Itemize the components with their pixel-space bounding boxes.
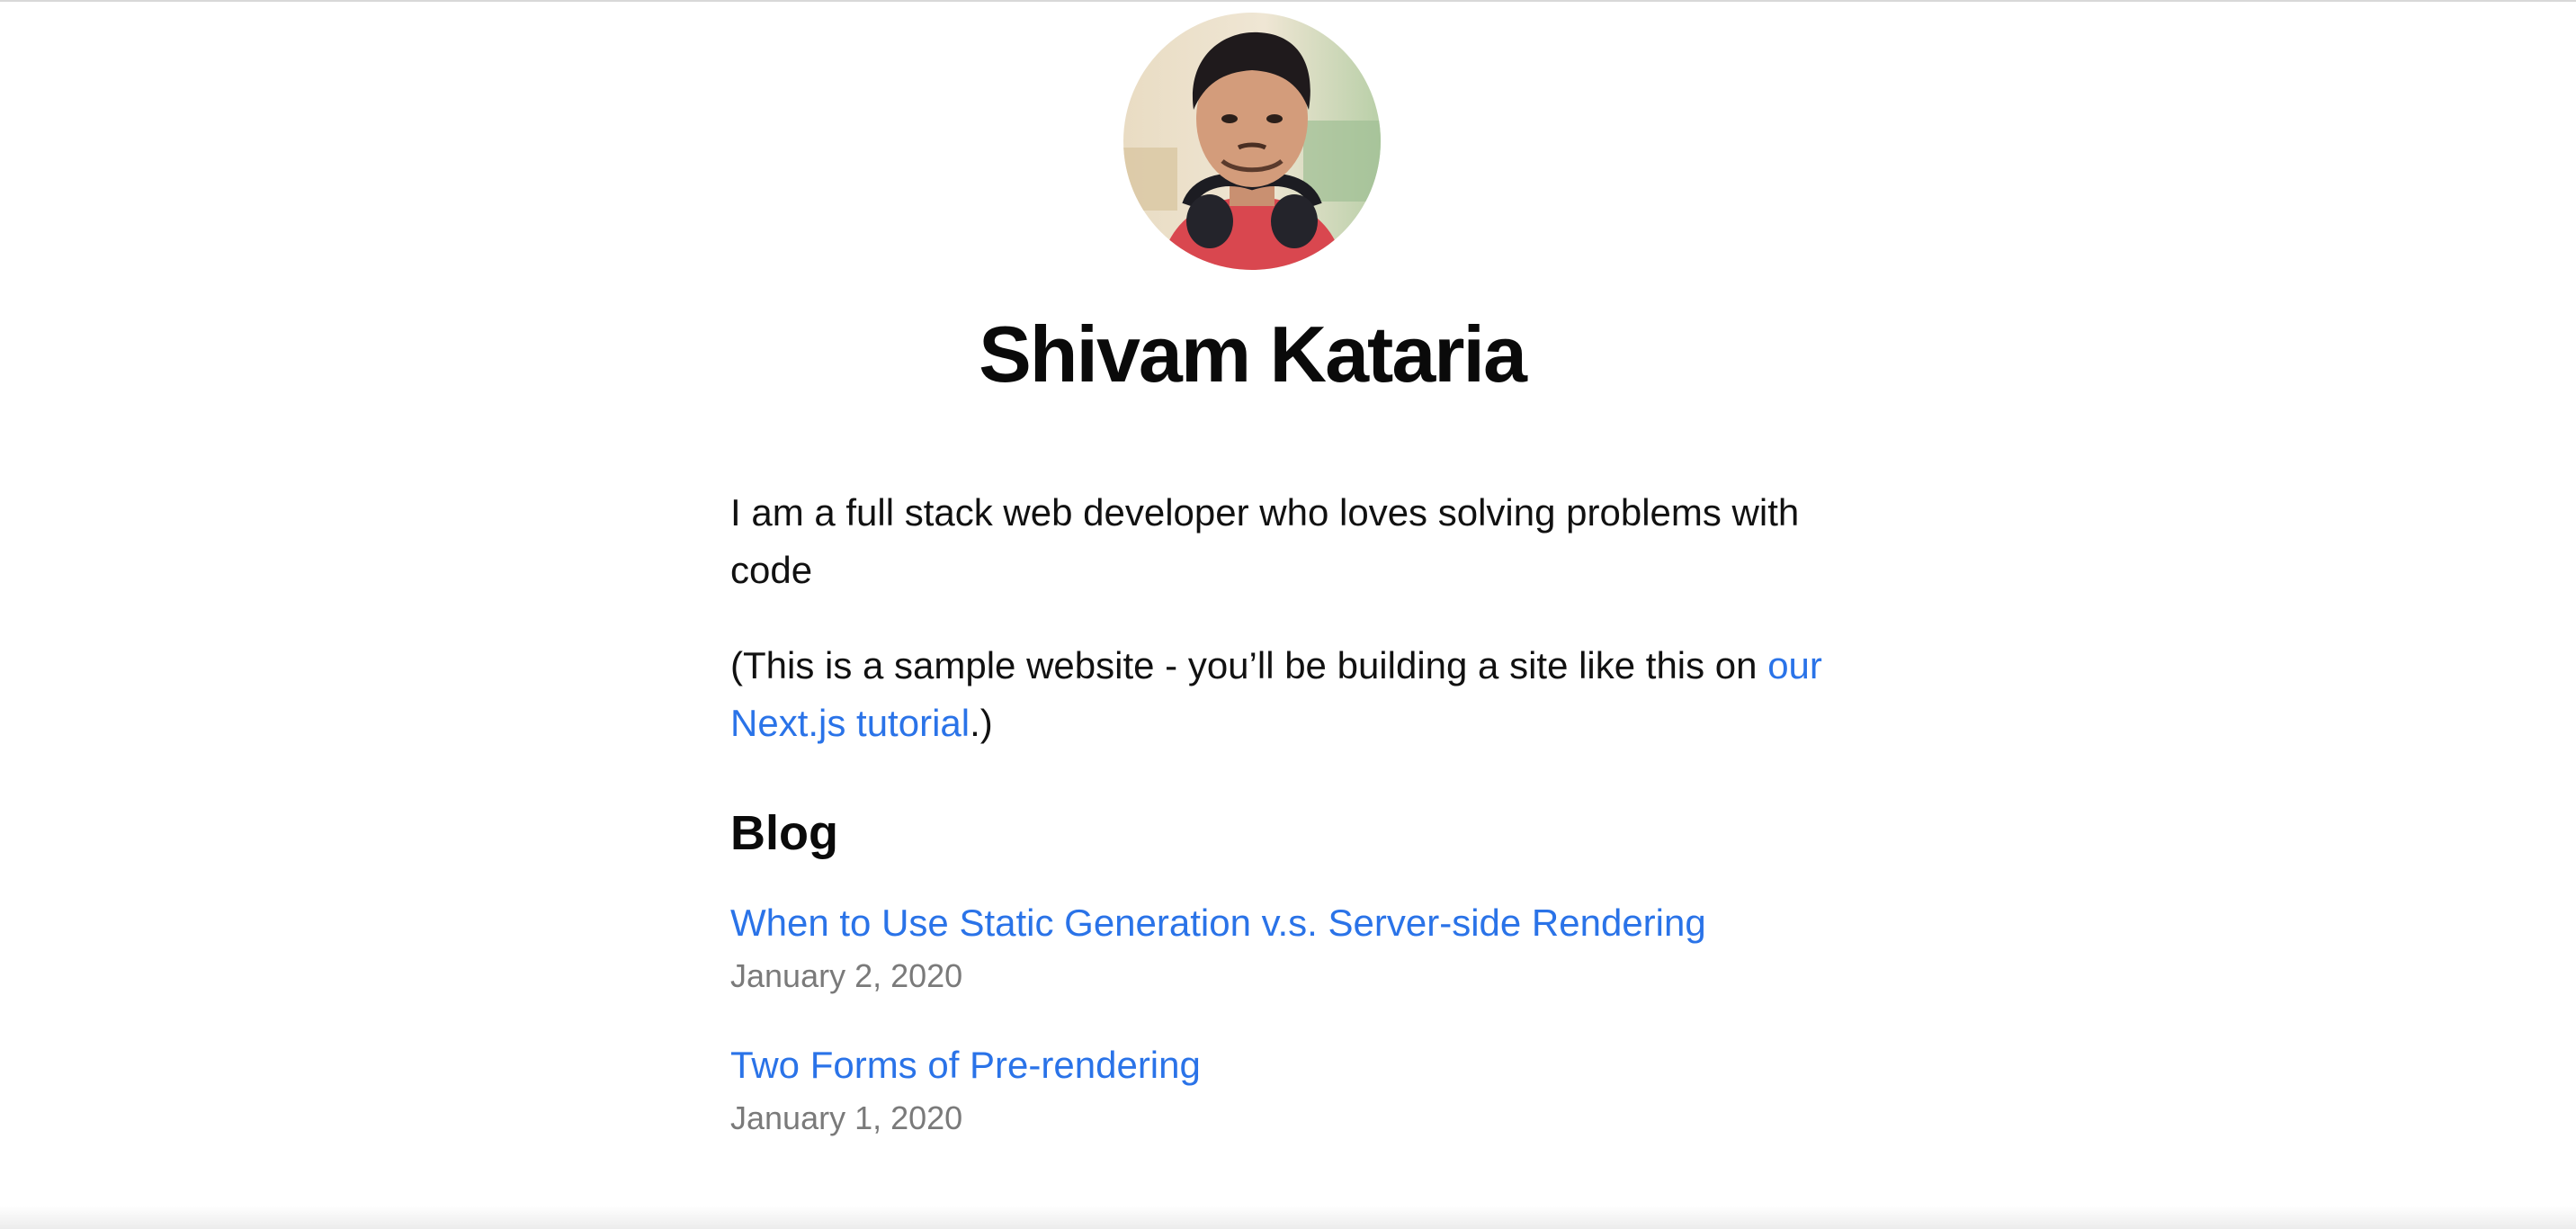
bottom-shadow: [0, 1206, 2576, 1229]
post-title-link[interactable]: When to Use Static Generation v.s. Serve…: [730, 898, 1828, 948]
intro-section: I am a full stack web developer who love…: [730, 484, 1828, 752]
blog-section: Blog When to Use Static Generation v.s. …: [730, 804, 1828, 1139]
bio-text: I am a full stack web developer who love…: [730, 491, 1800, 591]
blog-heading: Blog: [730, 806, 838, 860]
blog-post: Two Forms of Pre-rendering January 1, 20…: [730, 1040, 1828, 1139]
post-date: January 2, 2020: [730, 957, 963, 994]
tutorial-note-suffix: .): [970, 702, 993, 744]
blog-post: When to Use Static Generation v.s. Serve…: [730, 898, 1828, 997]
post-date: January 1, 2020: [730, 1099, 963, 1136]
post-title-link[interactable]: Two Forms of Pre-rendering: [730, 1040, 1828, 1090]
page-container: Shivam Kataria I am a full stack web dev…: [730, 0, 1846, 1182]
profile-header: Shivam Kataria: [694, 0, 1810, 407]
site-name: Shivam Kataria: [979, 309, 1527, 399]
profile-photo-icon: [1123, 13, 1381, 270]
tutorial-note: (This is a sample website - you’ll be bu…: [730, 637, 1828, 752]
avatar: [1123, 13, 1381, 270]
tutorial-note-prefix: (This is a sample website - you’ll be bu…: [730, 644, 1768, 686]
